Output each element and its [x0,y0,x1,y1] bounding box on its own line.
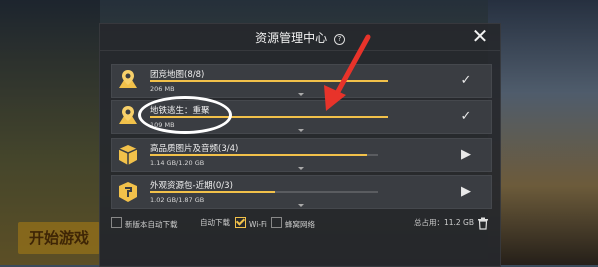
checkbox[interactable] [271,217,282,228]
wifi-label: Wi-Fi [249,220,267,229]
package-box-icon [116,179,140,205]
close-icon[interactable]: ✕ [471,26,489,46]
package-box-icon [116,142,140,168]
wifi-option[interactable]: Wi-Fi [235,217,267,229]
progress-fill [150,191,276,193]
cellular-label: 蜂窝网络 [285,220,315,229]
map-pin-icon [116,104,140,130]
resource-size: 1.14 GB/1.20 GB [150,159,205,167]
dialog-header: 资源管理中心 ? ✕ [100,24,500,51]
dialog-title: 资源管理中心 ? [100,29,500,46]
highlight-ellipse [138,96,232,134]
map-pin-icon [116,68,140,94]
check-icon: ✓ [460,109,472,124]
auto-update-new-label: 新版本自动下载 [125,220,178,229]
dialog-title-text: 资源管理中心 [255,31,328,45]
auto-download-label: 自动下载 [200,218,230,227]
resource-item-team-map[interactable]: 团竞地图(8/8) 206 MB ✓ [111,64,492,98]
auto-update-new-option[interactable]: 新版本自动下载 [111,217,178,230]
resource-item-appearance-pack[interactable]: 外观资源包-近期(0/3) 1.02 GB/1.87 GB ▶ [111,175,492,209]
checkbox[interactable] [111,217,122,228]
resource-name: 高品质图片及音频(3/4) [150,144,239,154]
progress-track [150,191,378,193]
progress-fill [150,154,367,156]
total-usage: 总占用：11.2 GB [413,218,474,227]
play-icon[interactable]: ▶ [459,185,473,199]
check-icon: ✓ [460,73,472,88]
cellular-option[interactable]: 蜂窝网络 [271,217,315,230]
resource-manager-dialog: 资源管理中心 ? ✕ 团竞地图(8/8) 206 MB ✓ 地铁逃生：重聚 10… [99,23,501,267]
resource-name: 团竞地图(8/8) [150,70,205,80]
progress-track [150,154,378,156]
red-arrow-icon [324,34,371,111]
chevron-down-icon[interactable] [298,167,304,170]
play-icon[interactable]: ▶ [459,148,473,162]
trash-icon[interactable] [477,215,489,230]
chevron-down-icon[interactable] [298,93,304,96]
chevron-down-icon[interactable] [298,204,304,207]
chevron-down-icon[interactable] [298,129,304,132]
checkbox-checked[interactable] [235,217,246,228]
resource-size: 206 MB [150,85,175,93]
resource-size: 1.02 GB/1.87 GB [150,196,205,204]
dialog-footer: 新版本自动下载 自动下载 Wi-Fi 蜂窝网络 总占用：11.2 GB [111,217,490,231]
resource-name: 外观资源包-近期(0/3) [150,181,233,191]
resource-item-hq-assets[interactable]: 高品质图片及音频(3/4) 1.14 GB/1.20 GB ▶ [111,138,492,172]
